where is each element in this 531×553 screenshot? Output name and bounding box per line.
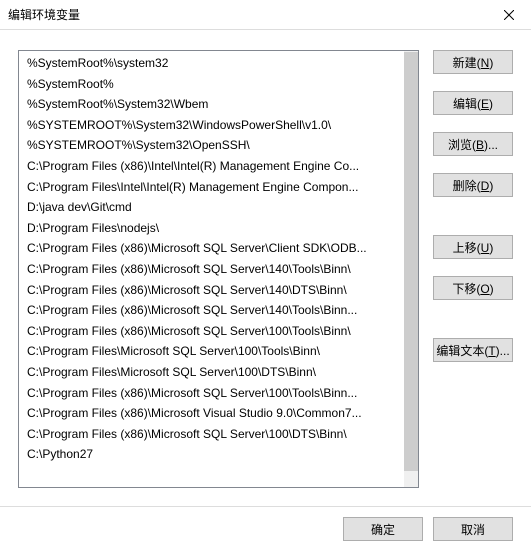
- list-item[interactable]: D:\java dev\Git\cmd: [25, 197, 404, 218]
- list-item[interactable]: %SystemRoot%\System32\Wbem: [25, 94, 404, 115]
- close-button[interactable]: [486, 0, 531, 30]
- list-item[interactable]: C:\Python27: [25, 444, 404, 465]
- list-item[interactable]: C:\Program Files (x86)\Microsoft SQL Ser…: [25, 300, 404, 321]
- list-item[interactable]: C:\Program Files (x86)\Microsoft SQL Ser…: [25, 259, 404, 280]
- list-item[interactable]: C:\Program Files (x86)\Intel\Intel(R) Ma…: [25, 156, 404, 177]
- close-icon: [504, 10, 514, 20]
- list-item[interactable]: C:\Program Files\Microsoft SQL Server\10…: [25, 341, 404, 362]
- edittext-button[interactable]: 编辑文本(T)...: [433, 338, 513, 362]
- edit-button[interactable]: 编辑(E): [433, 91, 513, 115]
- list-item[interactable]: %SystemRoot%\system32: [25, 53, 404, 74]
- moveup-button[interactable]: 上移(U): [433, 235, 513, 259]
- delete-button[interactable]: 删除(D): [433, 173, 513, 197]
- browse-button[interactable]: 浏览(B)...: [433, 132, 513, 156]
- path-listbox[interactable]: %SystemRoot%\system32%SystemRoot%%System…: [19, 51, 404, 487]
- movedown-button[interactable]: 下移(O): [433, 276, 513, 300]
- cancel-button[interactable]: 取消: [433, 517, 513, 541]
- side-buttons: 新建(N) 编辑(E) 浏览(B)... 删除(D) 上移(U) 下移(O) 编…: [433, 50, 513, 488]
- footer: 确定 取消: [0, 506, 531, 553]
- path-listbox-wrap: %SystemRoot%\system32%SystemRoot%%System…: [18, 50, 419, 488]
- new-button[interactable]: 新建(N): [433, 50, 513, 74]
- list-item[interactable]: C:\Program Files\Microsoft SQL Server\10…: [25, 362, 404, 383]
- list-item[interactable]: C:\Program Files (x86)\Microsoft SQL Ser…: [25, 424, 404, 445]
- list-item[interactable]: C:\Program Files (x86)\Microsoft SQL Ser…: [25, 383, 404, 404]
- list-item[interactable]: C:\Program Files (x86)\Microsoft SQL Ser…: [25, 280, 404, 301]
- list-item[interactable]: C:\Program Files (x86)\Microsoft Visual …: [25, 403, 404, 424]
- list-item[interactable]: %SystemRoot%: [25, 74, 404, 95]
- list-item[interactable]: C:\Program Files (x86)\Microsoft SQL Ser…: [25, 321, 404, 342]
- scroll-thumb[interactable]: [404, 52, 418, 471]
- list-item[interactable]: C:\Program Files (x86)\Microsoft SQL Ser…: [25, 238, 404, 259]
- window-title: 编辑环境变量: [8, 6, 80, 23]
- list-item[interactable]: %SYSTEMROOT%\System32\WindowsPowerShell\…: [25, 115, 404, 136]
- content-area: %SystemRoot%\system32%SystemRoot%%System…: [0, 30, 531, 498]
- ok-button[interactable]: 确定: [343, 517, 423, 541]
- list-item[interactable]: D:\Program Files\nodejs\: [25, 218, 404, 239]
- scrollbar[interactable]: [404, 51, 418, 487]
- titlebar: 编辑环境变量: [0, 0, 531, 30]
- list-item[interactable]: C:\Program Files\Intel\Intel(R) Manageme…: [25, 177, 404, 198]
- list-item[interactable]: %SYSTEMROOT%\System32\OpenSSH\: [25, 135, 404, 156]
